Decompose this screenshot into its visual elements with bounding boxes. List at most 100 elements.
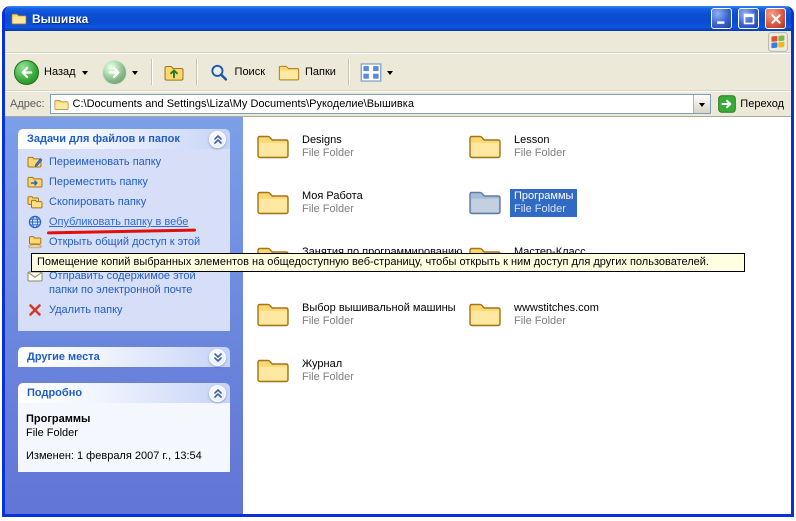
forward-arrow-icon	[102, 60, 127, 85]
file-tasks-header[interactable]: Задачи для файлов и папок	[18, 129, 230, 149]
folder-icon	[256, 356, 290, 384]
details-header[interactable]: Подробно	[18, 383, 230, 403]
other-places-header[interactable]: Другие места	[18, 347, 230, 367]
file-name: Designs	[302, 134, 354, 147]
toolbar-separator	[151, 59, 152, 85]
back-arrow-icon	[14, 60, 39, 85]
explorer-window: Вышивка Назад Поиск Папки	[2, 6, 794, 517]
file-tile[interactable]: wwwstitches.com File Folder	[468, 297, 680, 353]
file-name: Журнал	[302, 358, 354, 371]
task-link[interactable]: Переименовать папку	[27, 155, 224, 169]
tooltip: Помещение копий выбранных элементов на о…	[31, 253, 745, 272]
search-button[interactable]: Поиск	[203, 60, 271, 85]
folders-icon	[278, 63, 300, 82]
views-button[interactable]	[355, 60, 400, 85]
address-dropdown-button[interactable]	[693, 95, 710, 113]
window-title: Вышивка	[32, 12, 705, 26]
window-folder-icon	[11, 12, 27, 26]
address-input[interactable]: C:\Documents and Settings\Liza\My Docume…	[50, 94, 712, 114]
task-link[interactable]: Удалить папку	[27, 303, 224, 317]
address-label: Адрес:	[10, 98, 45, 110]
file-type: File Folder	[302, 147, 354, 160]
go-arrow-icon	[718, 95, 736, 113]
rename-folder-icon	[27, 155, 43, 169]
file-name: Моя Работа	[302, 190, 363, 203]
task-link[interactable]: Скопировать папку	[27, 195, 224, 209]
address-folder-icon	[54, 98, 69, 111]
task-label: Скопировать папку	[49, 195, 146, 209]
details-item-modified: Изменен: 1 февраля 2007 г., 13:54	[26, 449, 222, 463]
toolbar-separator	[348, 59, 349, 85]
up-button[interactable]	[158, 60, 190, 85]
collapse-button[interactable]	[209, 385, 226, 402]
file-type: File Folder	[302, 371, 354, 384]
toolbar-separator	[196, 59, 197, 85]
folder-selected-icon	[468, 188, 502, 216]
close-button[interactable]	[765, 8, 786, 29]
address-path: C:\Documents and Settings\Liza\My Docume…	[73, 98, 690, 110]
file-tile[interactable]: Моя Работа File Folder	[256, 185, 468, 241]
windows-logo-icon	[768, 32, 788, 52]
search-label: Поиск	[234, 66, 266, 78]
folder-icon	[256, 188, 290, 216]
task-label: Отправить содержимое этой папки по элект…	[49, 269, 224, 297]
details-item-type: File Folder	[26, 426, 222, 440]
file-tile[interactable]: Журнал File Folder	[256, 353, 468, 409]
content-area: Задачи для файлов и папок Переименовать …	[5, 117, 791, 514]
address-bar: Адрес: C:\Documents and Settings\Liza\My…	[5, 91, 791, 117]
file-type: File Folder	[514, 315, 599, 328]
collapse-button[interactable]	[209, 131, 226, 148]
maximize-button[interactable]	[738, 8, 759, 29]
toolbar: Назад Поиск Папки	[5, 53, 791, 91]
titlebar[interactable]: Вышивка	[5, 6, 791, 31]
folder-icon	[468, 132, 502, 160]
share-folder-icon	[27, 235, 43, 249]
file-tile-text: Журнал File Folder	[298, 357, 358, 385]
views-icon	[360, 63, 382, 82]
task-link[interactable]: Отправить содержимое этой папки по элект…	[27, 269, 224, 297]
file-tile-text: Выбор вышивальной машины File Folder	[298, 301, 460, 329]
back-label: Назад	[43, 66, 77, 78]
file-tile-text: Программы File Folder	[510, 189, 577, 217]
file-tile[interactable]: Designs File Folder	[256, 129, 468, 185]
folders-label: Папки	[304, 66, 337, 78]
folder-icon	[468, 300, 502, 328]
back-button[interactable]: Назад	[9, 57, 95, 88]
up-folder-icon	[163, 63, 185, 82]
forward-dropdown-arrow-icon[interactable]	[131, 68, 140, 77]
file-tile-text: Designs File Folder	[298, 133, 358, 161]
folder-icon	[256, 132, 290, 160]
file-type: File Folder	[514, 147, 566, 160]
details-title: Подробно	[27, 387, 82, 399]
file-type: File Folder	[302, 203, 363, 216]
file-tile[interactable]: Выбор вышивальной машины File Folder	[256, 297, 468, 353]
task-label: Переименовать папку	[49, 155, 161, 169]
file-tile-text: wwwstitches.com File Folder	[510, 301, 603, 329]
folders-button[interactable]: Папки	[273, 60, 342, 85]
minimize-button[interactable]	[711, 8, 732, 29]
forward-button[interactable]	[97, 57, 145, 88]
menu-bar	[5, 31, 791, 53]
panel-other-places: Другие места	[18, 347, 230, 367]
task-label: Опубликовать папку в вебе	[49, 215, 188, 229]
back-dropdown-arrow-icon[interactable]	[81, 68, 90, 77]
file-type: File Folder	[302, 315, 456, 328]
file-name: Lesson	[514, 134, 566, 147]
file-tile[interactable]: Lesson File Folder	[468, 129, 680, 185]
file-tile[interactable]: Программы File Folder	[468, 185, 680, 241]
task-link[interactable]: Опубликовать папку в вебе	[27, 215, 224, 229]
search-icon	[208, 63, 230, 82]
details-item-name: Программы	[26, 412, 222, 426]
task-label: Переместить папку	[49, 175, 148, 189]
file-name: wwwstitches.com	[514, 302, 599, 315]
publish-folder-icon	[27, 215, 43, 229]
task-link[interactable]: Переместить папку	[27, 175, 224, 189]
go-button[interactable]: Переход	[716, 95, 786, 113]
file-tasks-list: Переименовать папку Переместить папку Ск…	[18, 149, 230, 331]
file-name: Программы	[514, 190, 573, 203]
file-type: File Folder	[514, 203, 573, 216]
views-dropdown-arrow-icon[interactable]	[386, 68, 395, 77]
expand-button[interactable]	[209, 349, 226, 366]
details-body: Программы File Folder Изменен: 1 февраля…	[18, 403, 230, 472]
panel-file-tasks: Задачи для файлов и папок Переименовать …	[18, 129, 230, 331]
